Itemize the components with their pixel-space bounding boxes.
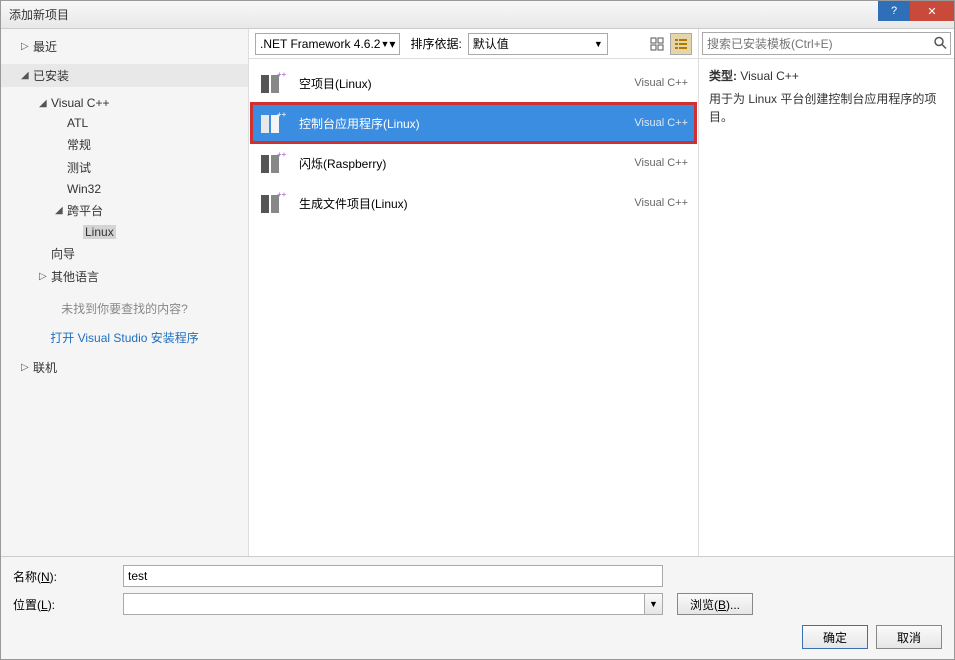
sidebar-item-linux[interactable]: Linux xyxy=(1,222,248,242)
ok-button[interactable]: 确定 xyxy=(802,625,868,649)
location-input[interactable] xyxy=(123,593,645,615)
sidebar-item-atl[interactable]: ATL xyxy=(1,113,248,133)
project-icon: ++ xyxy=(259,109,287,137)
sidebar: ▷最近 ◢已安装 ◢Visual C++ ATL 常规 测试 Win32 ◢跨平… xyxy=(1,29,249,556)
sidebar-item-otherlang[interactable]: ▷其他语言 xyxy=(1,265,248,288)
cancel-button[interactable]: 取消 xyxy=(876,625,942,649)
detail-type: 类型: Visual C++ xyxy=(709,67,944,84)
template-lang: Visual C++ xyxy=(634,157,688,169)
view-icons-button[interactable] xyxy=(646,33,668,55)
template-lang: Visual C++ xyxy=(634,197,688,209)
sidebar-item-crossplatform[interactable]: ◢跨平台 xyxy=(1,199,248,222)
right-panel: 类型: Visual C++ 用于为 Linux 平台创建控制台应用程序的项目。 xyxy=(698,29,954,556)
project-icon: ++ xyxy=(259,189,287,217)
sidebar-item-win32[interactable]: Win32 xyxy=(1,179,248,199)
help-button[interactable]: ? xyxy=(878,1,910,21)
template-row[interactable]: ++ 生成文件项目(Linux) Visual C++ xyxy=(251,183,696,223)
template-name: 控制台应用程序(Linux) xyxy=(299,115,634,132)
name-input[interactable] xyxy=(123,565,663,587)
template-lang: Visual C++ xyxy=(634,117,688,129)
template-row[interactable]: ++ 空项目(Linux) Visual C++ xyxy=(251,63,696,103)
search-input[interactable] xyxy=(702,32,951,55)
svg-text:++: ++ xyxy=(277,190,287,199)
template-list: ++ 空项目(Linux) Visual C++ ++ 控制台应用程序(Linu… xyxy=(249,59,698,556)
template-name: 生成文件项目(Linux) xyxy=(299,195,634,212)
sidebar-item-recent[interactable]: ▷最近 xyxy=(1,35,248,58)
bottom-panel: 名称(N): 位置(L): ▼ 浏览(B)... 确定 取消 xyxy=(1,556,954,659)
view-list-button[interactable] xyxy=(670,33,692,55)
sort-label: 排序依据: xyxy=(410,35,461,52)
template-lang: Visual C++ xyxy=(634,77,688,89)
sidebar-item-online[interactable]: ▷联机 xyxy=(1,356,248,379)
name-label: 名称(N): xyxy=(13,568,123,585)
sidebar-item-test[interactable]: 测试 xyxy=(1,156,248,179)
template-name: 空项目(Linux) xyxy=(299,75,634,92)
project-icon: ++ xyxy=(259,149,287,177)
sidebar-notfound-text: 未找到你要查找的内容? xyxy=(1,288,248,325)
template-row[interactable]: ++ 闪烁(Raspberry) Visual C++ xyxy=(251,143,696,183)
open-installer-link[interactable]: 打开 Visual Studio 安装程序 xyxy=(1,325,248,350)
sidebar-item-general[interactable]: 常规 xyxy=(1,133,248,156)
project-icon: ++ xyxy=(259,69,287,97)
toolbar: .NET Framework 4.6.2▼ 排序依据: 默认值▼ xyxy=(249,29,698,59)
sidebar-item-vcpp[interactable]: ◢Visual C++ xyxy=(1,93,248,113)
window-title: 添加新项目 xyxy=(9,6,69,23)
svg-text:++: ++ xyxy=(277,110,287,119)
sort-dropdown[interactable]: 默认值▼ xyxy=(468,33,608,55)
close-button[interactable]: ✕ xyxy=(910,1,954,21)
sidebar-item-wizard[interactable]: 向导 xyxy=(1,242,248,265)
template-row[interactable]: ++ 控制台应用程序(Linux) Visual C++ xyxy=(251,103,696,143)
browse-button[interactable]: 浏览(B)... xyxy=(677,593,753,615)
svg-text:++: ++ xyxy=(277,70,287,79)
sidebar-item-installed[interactable]: ◢已安装 xyxy=(1,64,248,87)
detail-description: 用于为 Linux 平台创建控制台应用程序的项目。 xyxy=(709,90,944,126)
location-dropdown-button[interactable]: ▼ xyxy=(645,593,663,615)
framework-dropdown[interactable]: .NET Framework 4.6.2▼ xyxy=(255,33,400,55)
svg-text:++: ++ xyxy=(277,150,287,159)
location-label: 位置(L): xyxy=(13,596,123,613)
search-icon[interactable] xyxy=(933,35,947,52)
titlebar: 添加新项目 ? ✕ xyxy=(1,1,954,29)
template-name: 闪烁(Raspberry) xyxy=(299,155,634,172)
